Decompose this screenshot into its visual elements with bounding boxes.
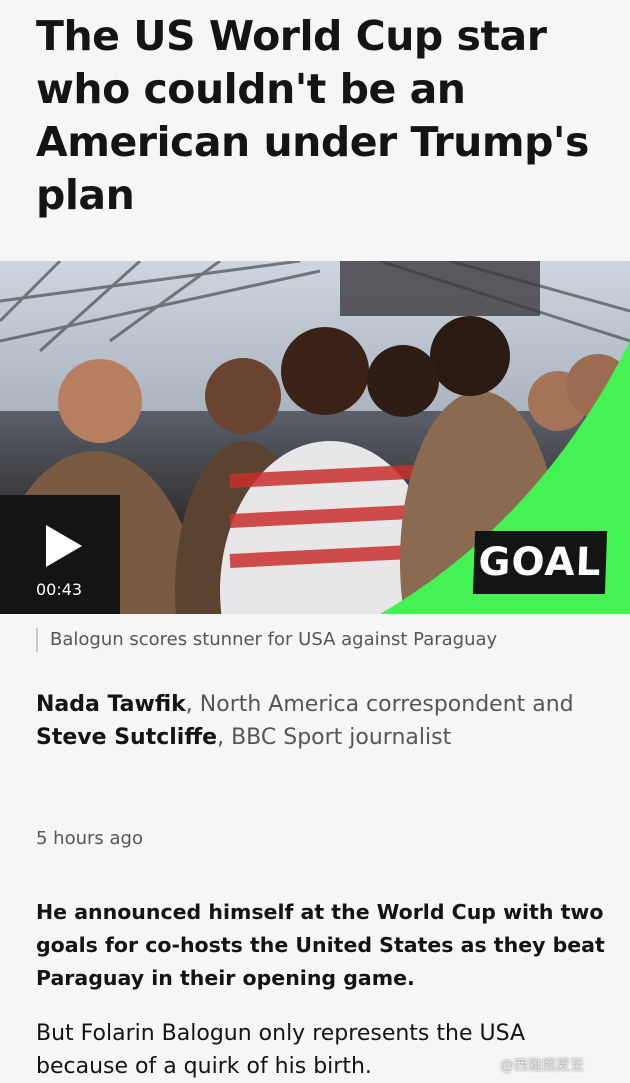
play-icon[interactable]: [46, 525, 82, 567]
article-headline: The US World Cup star who couldn't be an…: [36, 12, 589, 219]
video-duration: 00:43: [36, 580, 83, 599]
article-intro: He announced himself at the World Cup wi…: [36, 900, 605, 990]
author-name[interactable]: Nada Tawfik: [36, 692, 186, 717]
watermark: @西雅图夏至: [500, 1058, 584, 1074]
publish-timestamp: 5 hours ago: [36, 828, 143, 849]
author-role: , BBC Sport journalist: [217, 725, 452, 750]
author-role: , North America correspondent and: [185, 692, 574, 717]
goal-logo: GOAL: [472, 531, 608, 594]
media-caption: Balogun scores stunner for USA against P…: [36, 628, 497, 652]
author-name[interactable]: Steve Sutcliffe: [36, 725, 217, 750]
byline: Nada Tawfik, North America correspondent…: [36, 688, 576, 754]
